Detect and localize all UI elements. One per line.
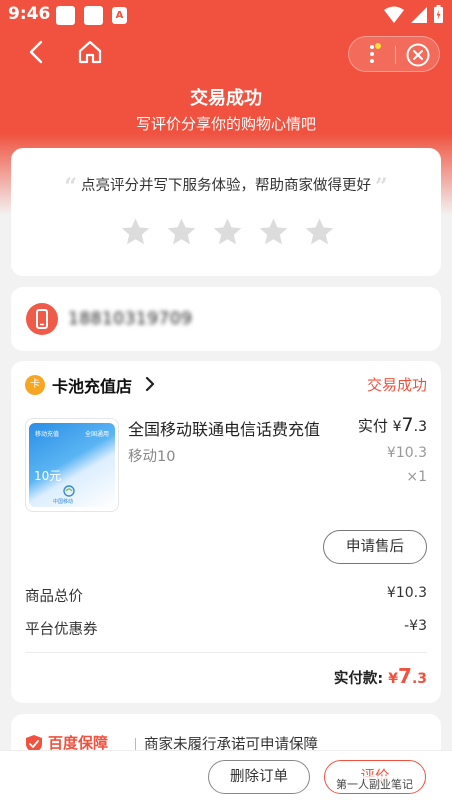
product-spec: 移动10 xyxy=(128,449,176,465)
review-prompt-text: 点亮评分并写下服务体验，帮助商家做得更好 xyxy=(81,178,371,194)
wifi-icon xyxy=(384,6,404,23)
contact-card: 18810319709 xyxy=(11,287,441,351)
notification-icon xyxy=(56,6,75,25)
close-quote-icon: ” xyxy=(375,174,388,200)
paid-price: 实付 ¥7.3 xyxy=(358,414,427,436)
total-currency: ¥ xyxy=(388,671,399,687)
notification-dot xyxy=(375,43,381,49)
paid-currency: ¥ xyxy=(392,419,402,435)
more-vertical-icon xyxy=(370,45,374,63)
paid-decimal: .3 xyxy=(413,419,427,435)
star-icon[interactable] xyxy=(119,216,152,249)
product-quantity: ×1 xyxy=(406,469,427,485)
phone-icon xyxy=(26,303,58,335)
delete-order-button[interactable]: 删除订单 xyxy=(208,760,310,794)
product-image[interactable]: 移动充值 全国通用 10元 中国移动 xyxy=(25,418,119,512)
order-card: 卡 卡池充值店 交易成功 移动充值 全国通用 10元 中国移动 全国移动联通电信… xyxy=(11,361,441,703)
battery-icon xyxy=(434,5,443,23)
apply-after-sale-button[interactable]: 申请售后 xyxy=(323,530,427,564)
card-brand: 中国移动 xyxy=(53,499,74,505)
review-prompt: “点亮评分并写下服务体验，帮助商家做得更好” xyxy=(11,174,441,200)
summary-divider xyxy=(25,652,427,653)
status-indicators xyxy=(384,5,444,24)
product-name[interactable]: 全国移动联通电信话费充值 xyxy=(128,416,338,440)
back-chevron-icon[interactable] xyxy=(24,38,50,66)
app-notification-icon: A xyxy=(112,7,127,24)
phone-number: 18810319709 xyxy=(68,309,193,329)
more-button[interactable] xyxy=(349,37,395,71)
star-icon[interactable] xyxy=(257,216,290,249)
shop-name[interactable]: 卡池充值店 xyxy=(52,373,132,397)
paid-label: 实付 xyxy=(357,417,388,435)
signal-icon xyxy=(411,6,427,23)
total-integer: 7 xyxy=(398,664,412,688)
card-text-left: 移动充值 xyxy=(35,431,60,438)
star-rating xyxy=(119,216,336,249)
goods-total-label: 商品总价 xyxy=(25,589,83,605)
notification-icon xyxy=(84,6,103,25)
total-label: 实付款: xyxy=(333,671,384,687)
coupon-label: 平台优惠券 xyxy=(25,622,98,638)
capsule-divider xyxy=(395,46,396,64)
open-quote-icon: “ xyxy=(64,174,77,200)
chevron-right-icon[interactable] xyxy=(144,375,156,393)
status-bar: 9:46 A xyxy=(0,0,452,30)
home-icon[interactable] xyxy=(76,38,104,66)
total-paid: 实付款: ¥7.3 xyxy=(334,664,427,688)
total-decimal: .3 xyxy=(411,671,427,687)
card-text-right: 全国通用 xyxy=(84,431,109,438)
card-value: 10元 xyxy=(34,469,62,483)
paid-integer: 7 xyxy=(401,414,414,436)
status-time: 9:46 xyxy=(8,4,51,24)
watermark: 第一人副业笔记 xyxy=(334,776,415,792)
coupon-value: -¥3 xyxy=(404,618,427,634)
star-icon[interactable] xyxy=(303,216,336,249)
star-icon[interactable] xyxy=(165,216,198,249)
goods-total-value: ¥10.3 xyxy=(386,585,427,601)
china-mobile-logo-icon xyxy=(63,485,75,497)
review-card: “点亮评分并写下服务体验，帮助商家做得更好” xyxy=(11,148,441,276)
original-price: ¥10.3 xyxy=(386,445,427,461)
recharge-card-graphic: 移动充值 全国通用 10元 中国移动 xyxy=(29,423,115,507)
mini-app-capsule xyxy=(348,36,440,72)
star-icon[interactable] xyxy=(211,216,244,249)
shop-icon: 卡 xyxy=(25,375,45,395)
page-title: 交易成功 xyxy=(190,88,262,109)
order-status: 交易成功 xyxy=(366,376,427,394)
close-circle-icon[interactable] xyxy=(405,42,431,68)
page-subtitle: 写评价分享你的购物心情吧 xyxy=(135,115,316,133)
